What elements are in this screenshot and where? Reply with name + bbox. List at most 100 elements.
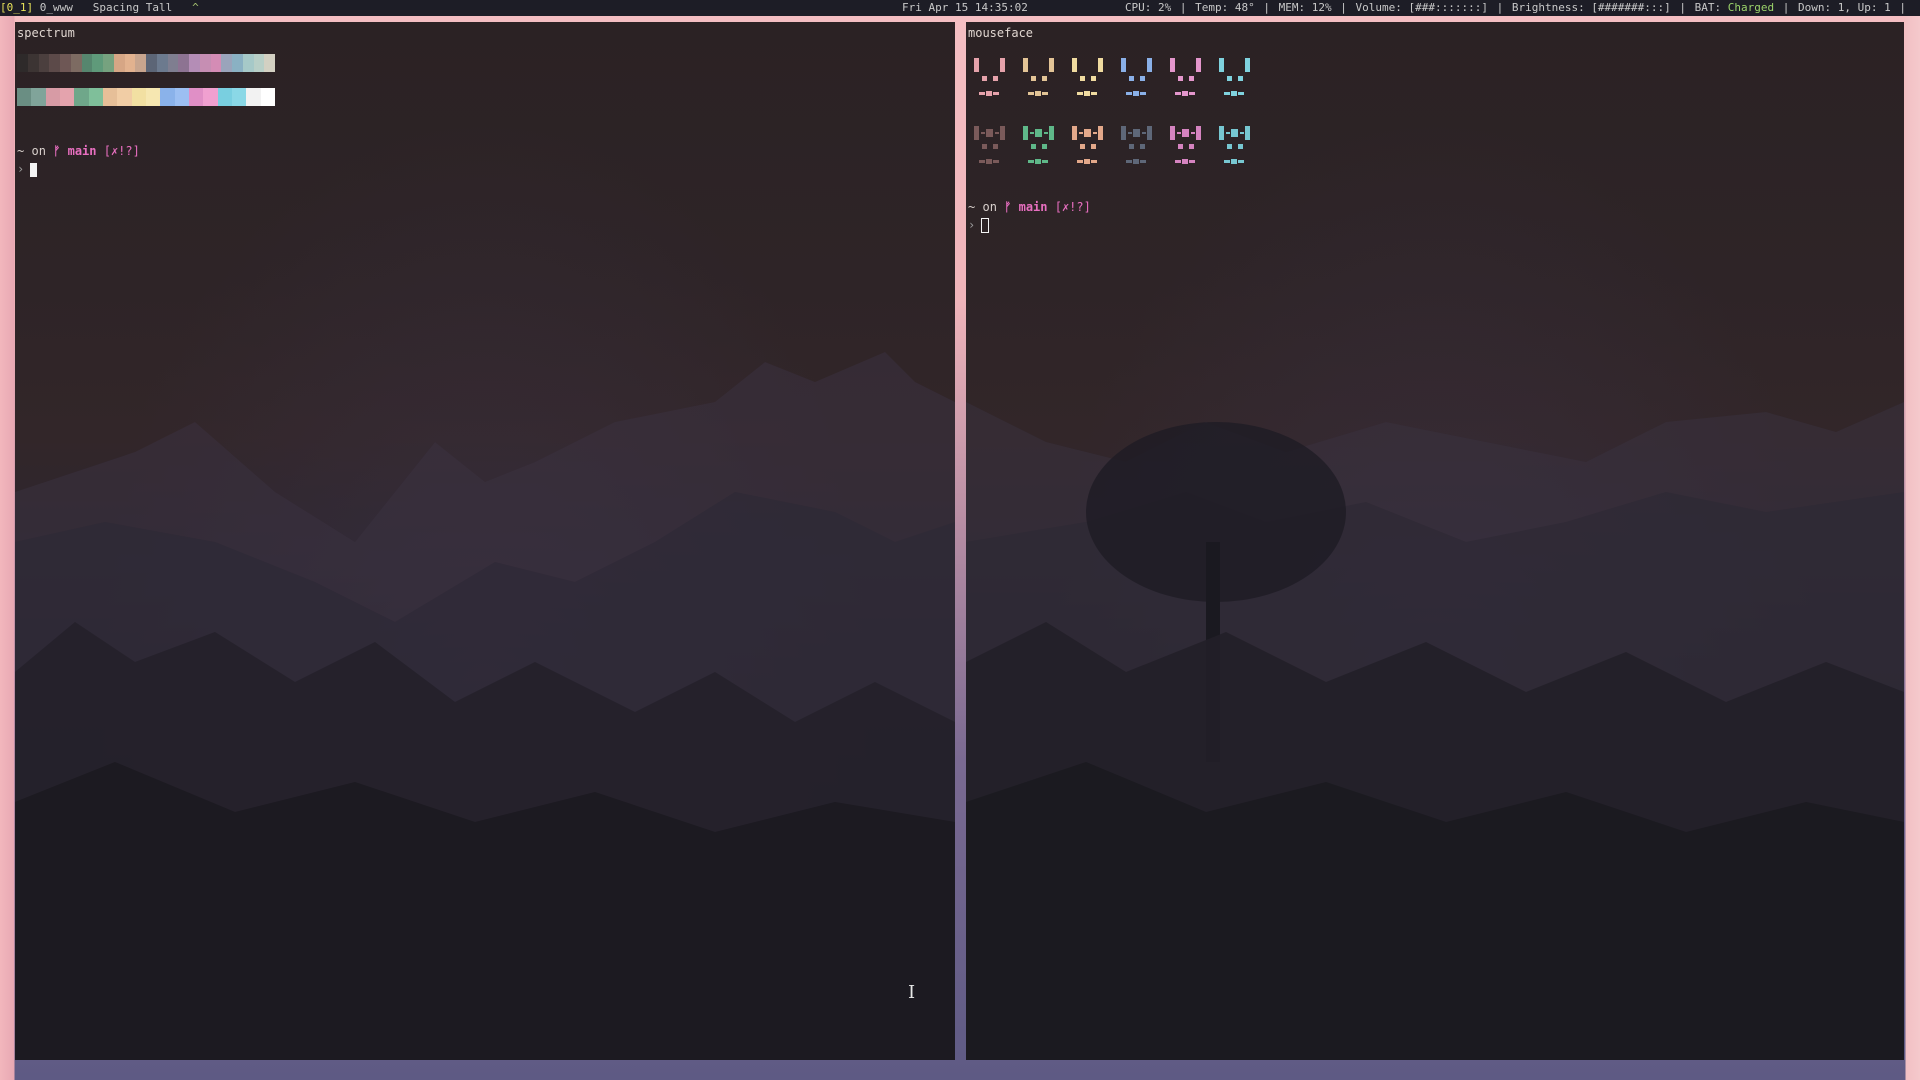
mouseface-glyph [1170, 58, 1210, 108]
mouseface-glyph [974, 126, 1014, 176]
color-swatch [189, 54, 200, 72]
mouseface-pixel [1240, 132, 1244, 134]
mouseface-pixel [1196, 126, 1201, 140]
mouseface-pixel [993, 76, 998, 81]
terminal-pane-left[interactable]: spectrum ~ on ᚠ main [✗!?] › I [15, 22, 955, 1060]
mouseface-glyph [1219, 58, 1259, 108]
color-swatch [31, 88, 46, 106]
mouseface-pixel [1084, 91, 1090, 96]
mouseface-pixel [1121, 126, 1126, 140]
color-swatch [203, 88, 218, 106]
mouseface-pixel [1072, 126, 1077, 140]
color-swatch [17, 88, 32, 106]
mouseface-pixel [1080, 144, 1085, 149]
mouseface-pixel [1077, 92, 1083, 95]
mouseface-pixel [1245, 58, 1250, 72]
color-swatch [49, 54, 60, 72]
mouse-ibeam-icon: I [908, 982, 916, 1003]
status-bar-right: CPU: 2% | Temp: 48° | MEM: 12% | Volume:… [1125, 0, 1908, 16]
mouseface-pixel [1219, 58, 1224, 72]
mouseface-pixel [1175, 160, 1181, 163]
color-swatch [27, 54, 39, 72]
color-swatch [231, 88, 247, 106]
mouseface-pixel [986, 159, 992, 164]
mountain-silhouette [966, 402, 1904, 1060]
mouseface-pixel [1140, 76, 1145, 81]
terminal-pane-right[interactable]: mouseface ~ on ᚠ main [✗!?] › [966, 22, 1904, 1060]
prompt-dir: ~ [17, 144, 25, 158]
mouseface-pixel [982, 144, 987, 149]
text-cursor [30, 162, 38, 177]
mouseface-pixel [982, 76, 987, 81]
status-bar: [0_1] 0_www Spacing Tall ^ Fri Apr 15 14… [0, 0, 1920, 16]
mouseface-pixel [1238, 92, 1244, 95]
mouseface-pixel [1170, 126, 1175, 140]
mouseface-pixel [1182, 129, 1189, 137]
mouseface-pixel [1182, 91, 1188, 96]
color-swatch [60, 54, 71, 72]
color-swatch [167, 54, 179, 72]
color-swatch [88, 88, 103, 106]
workspace-current[interactable]: [0_1] [0, 1, 33, 14]
git-branch-name: main [67, 144, 97, 158]
mouseface-pixel [1231, 129, 1238, 137]
mouseface-pixel [1035, 91, 1041, 96]
mouseface-pixel [1049, 126, 1054, 140]
color-swatch [117, 88, 132, 106]
mouseface-pixel [1238, 76, 1243, 81]
mouseface-pixel [1231, 159, 1237, 164]
color-swatch [156, 54, 168, 72]
prompt-dir: ~ [968, 200, 976, 214]
mouseface-pixel [1178, 76, 1183, 81]
shell-input-line[interactable]: › [968, 218, 990, 233]
mouseface-pixel [1175, 92, 1181, 95]
mouseface-pixel [1147, 126, 1152, 140]
prompt-arrow-icon: › [968, 218, 976, 232]
color-swatch [188, 88, 204, 106]
color-swatch [253, 54, 265, 72]
color-swatch [210, 54, 222, 72]
mouseface-pixel [1042, 144, 1047, 149]
color-swatch [38, 54, 50, 72]
mouseface-pixel [1128, 132, 1132, 134]
mouseface-pixel [1191, 132, 1195, 134]
color-swatch [221, 54, 232, 72]
mouseface-pixel [1079, 132, 1083, 134]
mouseface-pixel [1170, 58, 1175, 72]
mouseface-pixel [1098, 58, 1103, 72]
mouseface-pixel [1091, 144, 1096, 149]
shell-input-line[interactable]: › [17, 162, 38, 177]
mouseface-pixel [1093, 132, 1097, 134]
mouseface-pixel [1227, 144, 1232, 149]
mouseface-pixel [993, 92, 999, 95]
mouseface-pixel [1035, 129, 1042, 137]
color-swatch [17, 54, 28, 72]
mouseface-pixel [1042, 92, 1048, 95]
git-branch-icon: ᚠ [53, 144, 61, 158]
mountain-silhouette [15, 352, 955, 1060]
mouseface-pixel [1023, 58, 1028, 72]
color-swatch [113, 54, 125, 72]
separator: | [1340, 1, 1347, 14]
separator: | [1782, 1, 1790, 14]
workspace-other[interactable]: 0_www [40, 1, 73, 14]
pane-title: spectrum [17, 26, 75, 40]
mouseface-pixel [1238, 160, 1244, 163]
mouseface-glyph [1072, 58, 1112, 108]
git-status: [✗!?] [103, 144, 140, 158]
mouseface-pixel [993, 144, 998, 149]
mouseface-pixel [1245, 126, 1250, 140]
network-stat: Down: 1, Up: 1 [1798, 1, 1891, 14]
color-swatch [92, 54, 103, 72]
mouseface-pixel [1129, 76, 1134, 81]
separator: | [1496, 1, 1504, 14]
battery-status: Charged [1727, 1, 1775, 14]
volume-stat: Volume: [###:::::::] [1355, 1, 1488, 14]
color-swatch [174, 88, 189, 106]
mouseface-pixel [1224, 92, 1230, 95]
mouseface-pixel [1042, 160, 1048, 163]
mouseface-pixel [1084, 129, 1091, 137]
mouseface-pixel [1091, 92, 1097, 95]
mouseface-pixel [1091, 76, 1096, 81]
layout-name[interactable]: Spacing Tall [93, 1, 172, 14]
